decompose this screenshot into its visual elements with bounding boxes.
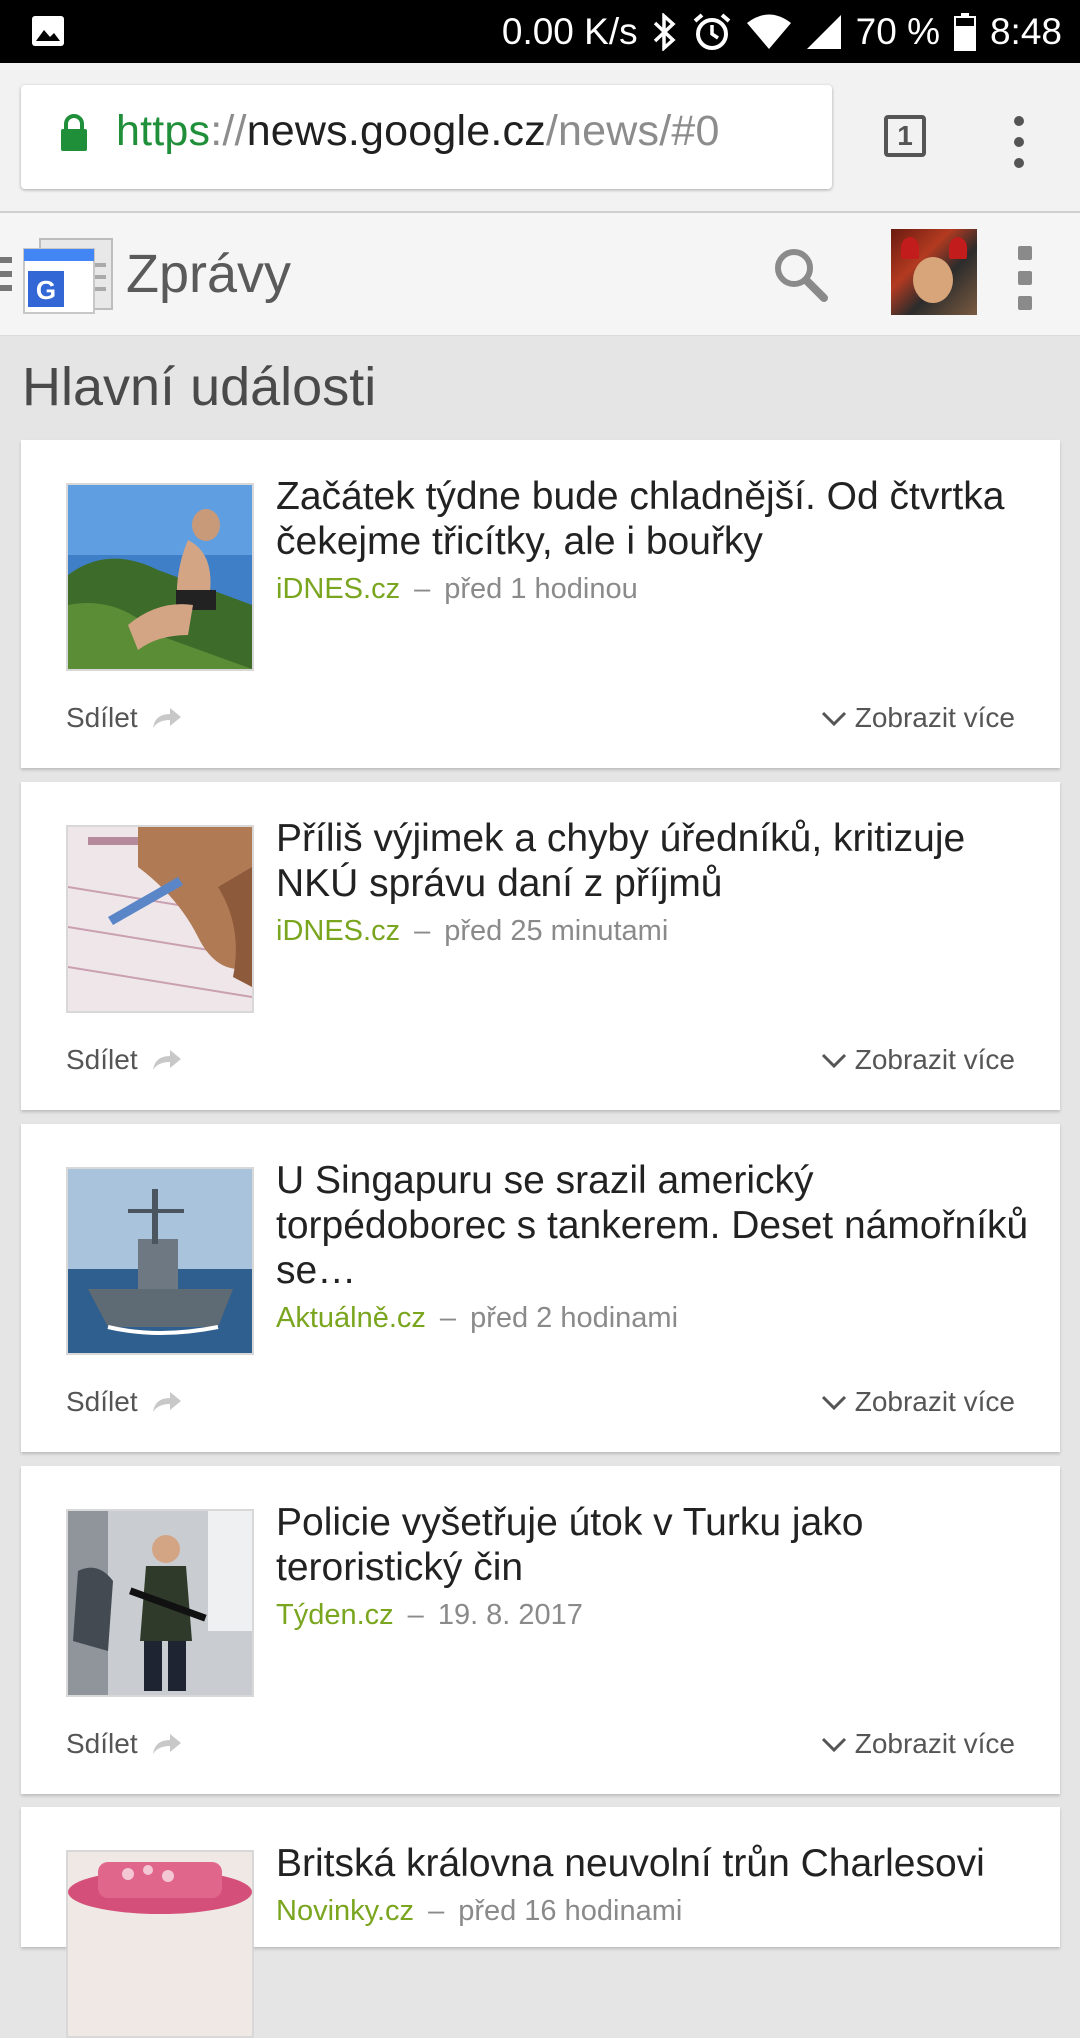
share-label: Sdílet xyxy=(66,702,138,733)
article-meta: Týden.cz –19. 8. 2017 xyxy=(276,1599,583,1632)
share-icon xyxy=(152,1050,181,1070)
alarm-icon xyxy=(693,12,730,50)
article-card[interactable]: Začátek týdne bude chladnější. Od čtvrtk… xyxy=(21,440,1060,768)
battery-icon xyxy=(953,12,976,51)
article-meta: Aktuálně.cz – před 2 hodinami xyxy=(276,1302,678,1335)
article-card[interactable]: Příliš výjimek a chyby úředníků, kritizu… xyxy=(21,782,1060,1110)
net-speed: 0.00 K/s xyxy=(501,10,638,52)
article-headline[interactable]: Britská královna neuvolní trůn Charlesov… xyxy=(276,1841,1036,1886)
article-headline[interactable]: Příliš výjimek a chyby úředníků, kritizu… xyxy=(276,816,1036,906)
article-thumbnail[interactable] xyxy=(66,1850,254,2038)
url-separator: :// xyxy=(210,107,247,155)
meta-dash: – xyxy=(407,1599,424,1631)
article-meta: iDNES.cz – před 25 minutami xyxy=(276,915,668,948)
share-label: Sdílet xyxy=(66,1386,138,1417)
article-time: před 2 hodinami xyxy=(470,1302,679,1334)
article-thumbnail[interactable] xyxy=(66,1167,254,1355)
bluetooth-icon xyxy=(653,12,676,51)
search-icon[interactable] xyxy=(772,246,828,302)
show-more-label: Zobrazit více xyxy=(854,1386,1015,1417)
article-source[interactable]: iDNES.cz xyxy=(276,915,400,947)
battery-level: 70 % xyxy=(855,10,940,52)
article-headline[interactable]: U Singapuru se srazil americký torpédobo… xyxy=(276,1158,1036,1293)
share-icon xyxy=(152,1734,181,1754)
article-source[interactable]: Novinky.cz xyxy=(276,1895,414,1927)
article-headline[interactable]: Policie vyšetřuje útok v Turku jako tero… xyxy=(276,1500,1036,1590)
show-more-button[interactable]: Zobrazit více xyxy=(821,1728,1015,1760)
url-host: news.google.cz xyxy=(246,107,546,155)
url-path: /news/#0 xyxy=(545,107,720,155)
show-more-button[interactable]: Zobrazit více xyxy=(821,1044,1015,1076)
show-more-button[interactable]: Zobrazit více xyxy=(821,702,1015,734)
share-button[interactable]: Sdílet xyxy=(66,1728,182,1760)
article-time: před 25 minutami xyxy=(444,915,669,947)
share-button[interactable]: Sdílet xyxy=(66,1044,182,1076)
svg-text:G: G xyxy=(36,275,56,305)
share-button[interactable]: Sdílet xyxy=(66,702,182,734)
meta-dash: – xyxy=(414,573,431,605)
article-meta: iDNES.cz – před 1 hodinou xyxy=(276,573,638,606)
show-more-button[interactable]: Zobrazit více xyxy=(821,1386,1015,1418)
article-card[interactable]: U Singapuru se srazil americký torpédobo… xyxy=(21,1124,1060,1452)
article-thumbnail[interactable] xyxy=(66,1509,254,1697)
share-icon xyxy=(152,708,181,728)
hamburger-menu-icon[interactable] xyxy=(0,257,12,299)
google-news-logo: G xyxy=(23,238,113,314)
wifi-icon xyxy=(746,14,791,49)
section-title: Hlavní události xyxy=(22,357,377,417)
article-time: před 16 hodinami xyxy=(458,1895,683,1927)
tab-switcher-button[interactable]: 1 xyxy=(884,115,926,157)
gallery-icon xyxy=(32,16,64,46)
share-button[interactable]: Sdílet xyxy=(66,1386,182,1418)
avatar[interactable] xyxy=(891,229,977,315)
show-more-label: Zobrazit více xyxy=(854,1044,1015,1075)
clock: 8:48 xyxy=(989,10,1062,52)
chevron-down-icon xyxy=(821,1395,846,1411)
article-time: před 1 hodinou xyxy=(444,573,638,605)
article-thumbnail[interactable] xyxy=(66,825,254,1013)
share-label: Sdílet xyxy=(66,1044,138,1075)
address-bar[interactable]: https://news.google.cz/news/#0 xyxy=(21,85,832,189)
article-source[interactable]: Týden.cz xyxy=(276,1599,394,1631)
chevron-down-icon xyxy=(821,1737,846,1753)
app-title: Zprávy xyxy=(126,244,292,304)
article-card[interactable]: Britská královna neuvolní trůn Charlesov… xyxy=(21,1807,1060,2038)
article-source[interactable]: iDNES.cz xyxy=(276,573,400,605)
article-meta: Novinky.cz – před 16 hodinami xyxy=(276,1895,682,1928)
browser-toolbar: https://news.google.cz/news/#0 1 xyxy=(0,63,1080,213)
app-menu-icon[interactable] xyxy=(1018,246,1032,321)
app-header: G Zprávy xyxy=(0,213,1080,336)
lock-icon xyxy=(61,114,87,151)
article-card[interactable]: Policie vyšetřuje útok v Turku jako tero… xyxy=(21,1466,1060,1794)
article-thumbnail[interactable] xyxy=(66,483,254,671)
share-icon xyxy=(152,1392,181,1412)
status-bar: 0.00 K/s 70 % 8:48 xyxy=(0,0,1080,63)
article-source[interactable]: Aktuálně.cz xyxy=(276,1302,426,1334)
signal-icon xyxy=(806,14,841,49)
meta-dash: – xyxy=(428,1895,445,1927)
share-label: Sdílet xyxy=(66,1728,138,1759)
meta-dash: – xyxy=(414,915,431,947)
article-time: 19. 8. 2017 xyxy=(437,1599,583,1631)
chevron-down-icon xyxy=(821,1053,846,1069)
url-text[interactable]: https://news.google.cz/news/#0 xyxy=(116,107,720,156)
url-scheme: https xyxy=(116,107,211,155)
browser-menu-icon[interactable] xyxy=(1014,116,1024,179)
article-headline[interactable]: Začátek týdne bude chladnější. Od čtvrtk… xyxy=(276,474,1036,564)
show-more-label: Zobrazit více xyxy=(854,1728,1015,1759)
chevron-down-icon xyxy=(821,711,846,727)
show-more-label: Zobrazit více xyxy=(854,702,1015,733)
meta-dash: – xyxy=(439,1302,457,1334)
